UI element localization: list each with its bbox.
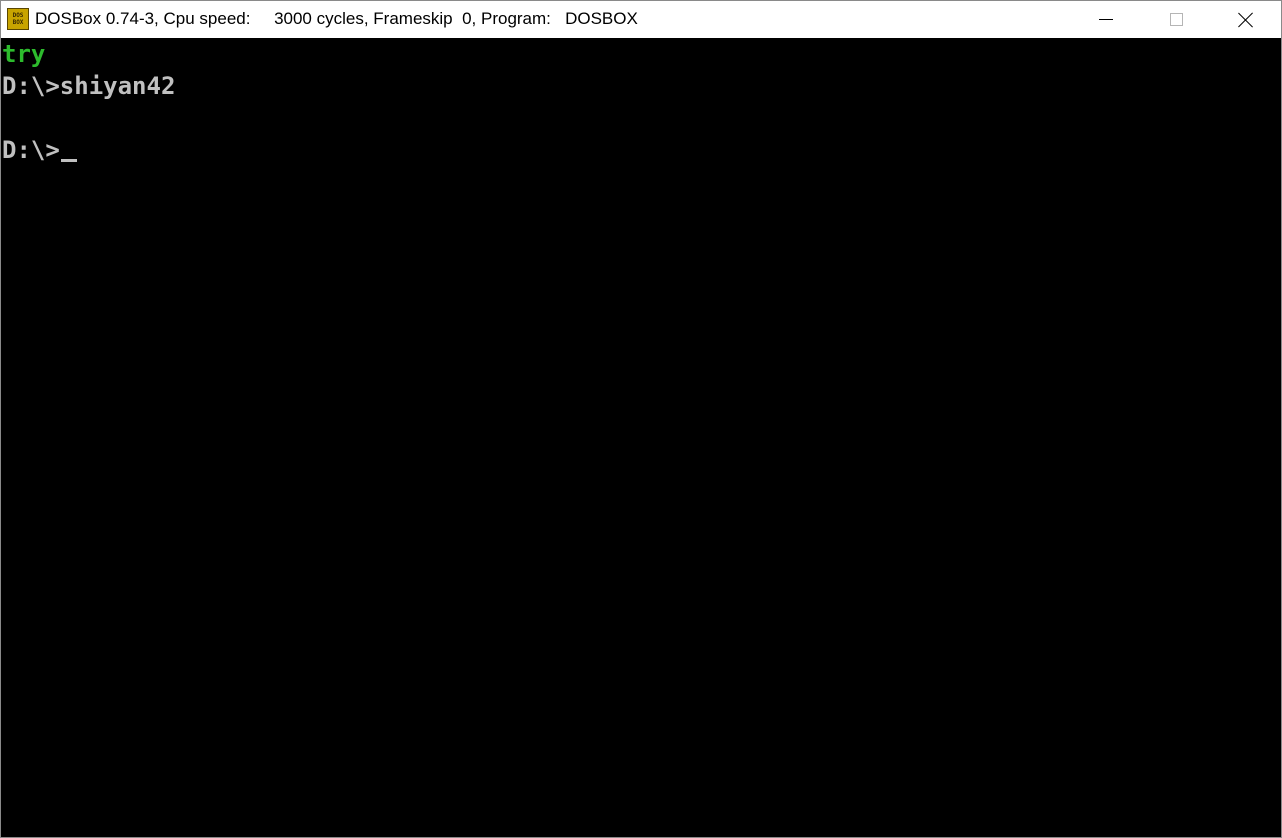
icon-text-top: DOS [12, 12, 24, 19]
console-area[interactable]: try D:\>shiyan42 D:\> [1, 38, 1281, 837]
prompt-text: D:\> [2, 136, 60, 164]
maximize-button[interactable] [1141, 1, 1211, 38]
icon-text-bottom: BOX [12, 19, 24, 26]
window-title: DOSBox 0.74-3, Cpu speed: 3000 cycles, F… [35, 9, 638, 28]
close-button[interactable] [1211, 1, 1281, 38]
dosbox-icon[interactable]: DOS BOX [7, 8, 29, 30]
minimize-button[interactable] [1071, 1, 1141, 38]
dosbox-window: DOS BOX DOSBox 0.74-3, Cpu speed: 3000 c… [0, 0, 1282, 838]
console-line-prompt[interactable]: D:\> [2, 134, 77, 166]
title-bar[interactable]: DOS BOX DOSBox 0.74-3, Cpu speed: 3000 c… [1, 1, 1281, 38]
maximize-icon [1169, 13, 1183, 26]
text-cursor [60, 159, 77, 162]
console-line-output: try [2, 40, 46, 68]
console-line-command: D:\>shiyan42 [2, 72, 176, 100]
minimize-icon [1099, 19, 1113, 20]
close-icon [1238, 12, 1254, 28]
